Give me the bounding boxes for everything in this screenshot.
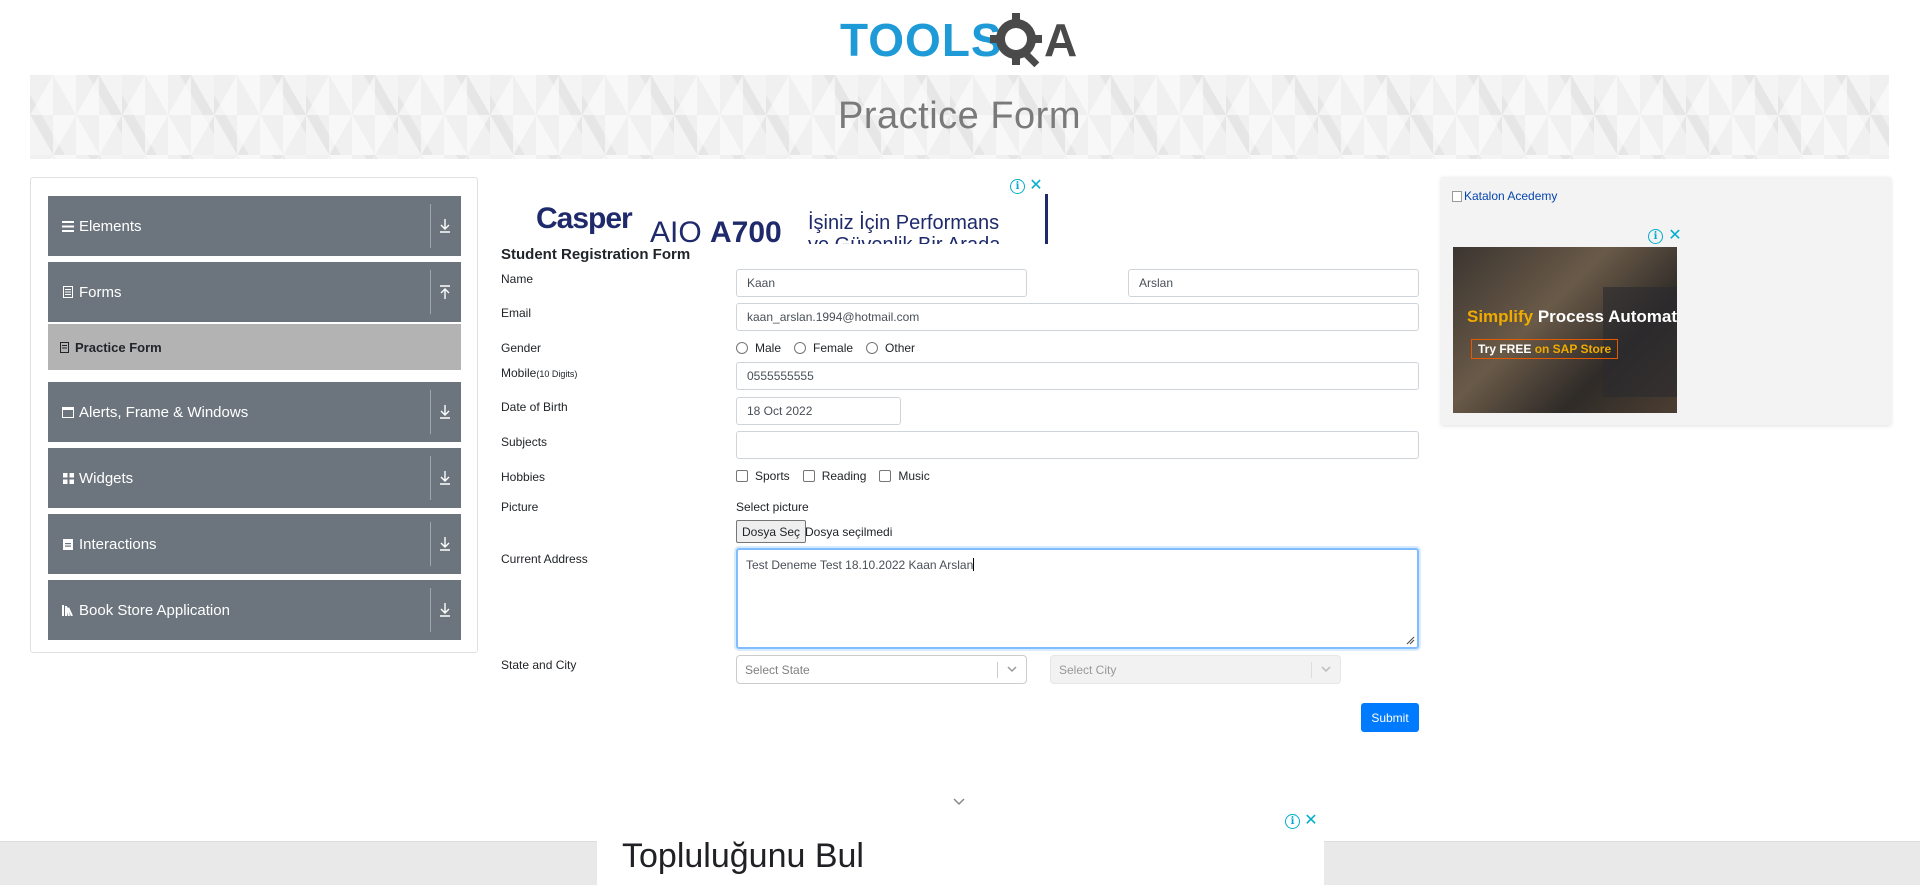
ad-headline: Simplify Process Automatio <box>1467 307 1677 326</box>
grid-icon <box>61 472 75 484</box>
sidebar: Elements Forms Practice Form Alerts, Fra… <box>30 177 478 653</box>
state-select[interactable]: Select State <box>736 655 1027 684</box>
select-picture-label: Select picture <box>736 500 809 514</box>
file-status: Dosya seçilmedi <box>805 525 893 539</box>
mobile-input[interactable]: 0555555555 <box>736 362 1419 390</box>
hobby-options: Sports Reading Music <box>736 469 943 483</box>
interaction-icon <box>61 538 75 550</box>
sidebar-group-book-store[interactable]: Book Store Application <box>48 580 461 640</box>
ad-banner-top[interactable]: Casper AIO A700 İşiniz İçin Performans v… <box>522 176 1048 244</box>
ad-line-2: ve Güvenlik Bir Arada <box>808 234 1000 244</box>
list-icon <box>61 220 75 232</box>
expand-icon[interactable] <box>435 466 455 490</box>
window-icon <box>61 406 75 418</box>
gender-female-radio[interactable]: Female <box>794 341 853 355</box>
sidebar-group-label: Widgets <box>79 469 134 487</box>
dob-label: Date of Birth <box>501 400 568 414</box>
page-banner: Practice Form <box>30 75 1889 159</box>
name-label: Name <box>501 272 534 286</box>
choose-file-button[interactable]: Dosya Seç <box>736 520 807 543</box>
hobbies-label: Hobbies <box>501 470 546 484</box>
adchoices-icon[interactable]: i <box>1648 229 1663 244</box>
close-icon[interactable]: ✕ <box>1028 178 1044 194</box>
resize-grip-icon[interactable] <box>1406 636 1415 645</box>
hobby-reading-checkbox[interactable]: Reading <box>802 469 866 483</box>
document-icon <box>60 341 69 353</box>
ad-cta[interactable]: Try FREE on SAP Store <box>1471 339 1619 359</box>
chevron-down-icon <box>1321 666 1331 673</box>
ad-line-1: İşiniz İçin Performans <box>808 212 1000 234</box>
svg-text:TOOLS: TOOLS <box>840 14 1003 66</box>
hobby-sports-checkbox[interactable]: Sports <box>736 469 790 483</box>
subjects-input[interactable] <box>736 431 1419 459</box>
gender-label: Gender <box>501 341 542 355</box>
books-icon <box>61 604 75 616</box>
first-name-input[interactable]: Kaan <box>736 269 1027 297</box>
subjects-label: Subjects <box>501 435 548 449</box>
sidebar-group-label: Book Store Application <box>79 601 230 619</box>
ad-sidebar-right: Katalon Acedemy i ✕ Simplify Process Aut… <box>1441 177 1891 425</box>
ad-creative[interactable]: Simplify Process Automatio Try FREE on S… <box>1453 247 1677 413</box>
page-title: Practice Form <box>838 95 1081 137</box>
date-of-birth-input[interactable]: 18 Oct 2022 <box>736 397 901 425</box>
expand-icon[interactable] <box>435 532 455 556</box>
current-address-textarea[interactable]: Test Deneme Test 18.10.2022 Kaan Arslan <box>736 548 1419 649</box>
last-name-input[interactable]: Arslan <box>1128 269 1419 297</box>
broken-image-icon <box>1452 190 1462 202</box>
sidebar-group-elements[interactable]: Elements <box>48 196 461 256</box>
current-address-label: Current Address <box>501 552 588 566</box>
state-city-label: State and City <box>501 658 577 672</box>
sidebar-group-forms[interactable]: Forms <box>48 262 461 322</box>
hobby-music-checkbox[interactable]: Music <box>879 469 930 483</box>
chevron-down-icon[interactable] <box>952 797 966 807</box>
sidebar-group-label: Forms <box>79 283 122 301</box>
email-input[interactable]: kaan_arslan.1994@hotmail.com <box>736 303 1419 331</box>
gender-male-radio[interactable]: Male <box>736 341 781 355</box>
sidebar-group-alerts[interactable]: Alerts, Frame & Windows <box>48 382 461 442</box>
mobile-label: Mobile(10 Digits) <box>501 366 578 380</box>
ad-bottom-text: Topluluğunu Bul <box>622 837 864 875</box>
picture-label: Picture <box>501 500 539 514</box>
katalon-ad-link[interactable]: Katalon Acedemy <box>1452 189 1557 203</box>
form-title: Student Registration Form <box>501 246 691 263</box>
sidebar-group-label: Elements <box>79 217 142 235</box>
close-icon[interactable]: ✕ <box>1667 228 1683 244</box>
sidebar-item-label: Practice Form <box>75 339 162 355</box>
ad-brand: Casper <box>536 202 633 235</box>
sidebar-group-label: Interactions <box>79 535 157 553</box>
adchoices-icon[interactable]: i <box>1285 814 1300 829</box>
sidebar-group-widgets[interactable]: Widgets <box>48 448 461 508</box>
email-label: Email <box>501 306 532 320</box>
expand-icon[interactable] <box>435 400 455 424</box>
expand-icon[interactable] <box>435 598 455 622</box>
sidebar-item-practice-form[interactable]: Practice Form <box>48 324 461 370</box>
logo-text-a: A <box>1044 14 1077 66</box>
ad-banner-bottom[interactable]: Topluluğunu Bul i ✕ <box>597 811 1324 885</box>
ad-model: AIO A700 <box>650 216 782 244</box>
gender-other-radio[interactable]: Other <box>866 341 915 355</box>
submit-button[interactable]: Submit <box>1361 703 1419 732</box>
chevron-down-icon <box>1007 666 1017 673</box>
toolsqa-logo[interactable]: TOOLS A <box>840 10 1084 68</box>
expand-icon[interactable] <box>435 214 455 238</box>
adchoices-icon[interactable]: i <box>1010 179 1025 194</box>
document-icon <box>61 286 75 298</box>
close-icon[interactable]: ✕ <box>1303 813 1319 829</box>
sidebar-group-label: Alerts, Frame & Windows <box>79 403 249 421</box>
gender-options: Male Female Other <box>736 341 928 355</box>
collapse-icon[interactable] <box>435 280 455 304</box>
sidebar-group-interactions[interactable]: Interactions <box>48 514 461 574</box>
city-select[interactable]: Select City <box>1050 655 1341 684</box>
